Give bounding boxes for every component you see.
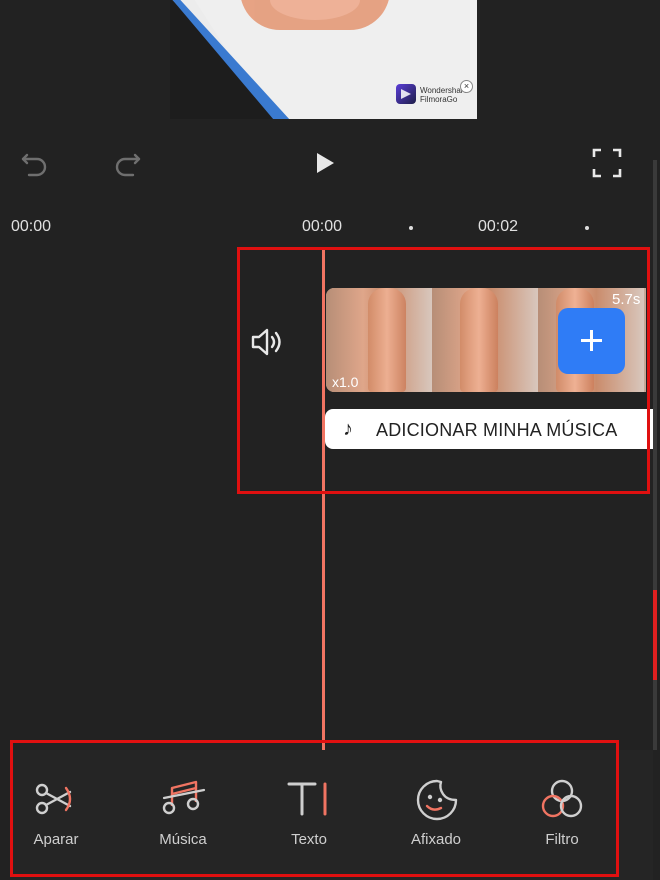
text-icon xyxy=(287,782,327,816)
add-music-label: ADICIONAR MINHA MÚSICA xyxy=(376,420,618,440)
undo-button[interactable] xyxy=(18,146,52,180)
clip-duration-badge: 5.7s xyxy=(612,291,641,308)
ruler-dot xyxy=(409,226,413,230)
playhead[interactable] xyxy=(322,247,325,750)
current-time: 00:00 xyxy=(11,218,52,235)
watermark-close-button[interactable]: × xyxy=(460,80,473,93)
clip-thumbnail xyxy=(432,288,538,392)
ruler-tick-label: 00:00 xyxy=(302,218,343,235)
tool-trim-label: Aparar xyxy=(33,831,79,848)
tool-filter-button[interactable] xyxy=(538,778,618,822)
undo-icon xyxy=(21,153,47,177)
fullscreen-button[interactable] xyxy=(590,146,624,180)
sticker-icon xyxy=(416,779,458,821)
tool-text-button[interactable] xyxy=(285,778,365,822)
video-preview[interactable]: Wondershare FilmoraGo × xyxy=(170,0,477,119)
scissors-icon xyxy=(35,783,72,815)
clip-speed-badge: x1.0 xyxy=(332,374,359,390)
add-music-button[interactable]: ♪ ADICIONAR MINHA MÚSICA xyxy=(325,409,655,449)
scrollbar-thumb[interactable] xyxy=(653,590,657,680)
speaker-icon xyxy=(251,328,281,356)
tool-sticker-button[interactable] xyxy=(413,778,493,822)
ruler-tick-label: 00:02 xyxy=(478,218,519,235)
tool-sticker-label: Afixado xyxy=(410,831,462,848)
music-icon xyxy=(162,780,206,815)
watermark-line2: FilmoraGo xyxy=(420,95,458,104)
redo-button[interactable] xyxy=(110,146,144,180)
watermark: Wondershare FilmoraGo × xyxy=(396,80,473,108)
filmorago-logo-icon xyxy=(396,84,416,104)
play-button[interactable] xyxy=(308,146,342,180)
preview-bottle xyxy=(240,0,390,30)
ruler-dot xyxy=(585,226,589,230)
tool-music-button[interactable] xyxy=(160,778,240,822)
add-clip-button[interactable] xyxy=(558,308,625,374)
tool-music-label: Música xyxy=(159,831,207,848)
music-note-icon: ♪ xyxy=(343,418,353,440)
filter-icon xyxy=(541,779,583,818)
tool-text-label: Texto xyxy=(291,831,327,848)
tool-filter-label: Filtro xyxy=(545,831,579,848)
volume-button[interactable] xyxy=(250,326,286,358)
fullscreen-icon xyxy=(592,148,622,178)
play-icon xyxy=(317,153,334,173)
redo-icon xyxy=(115,153,141,177)
tool-trim-button[interactable] xyxy=(30,778,110,822)
